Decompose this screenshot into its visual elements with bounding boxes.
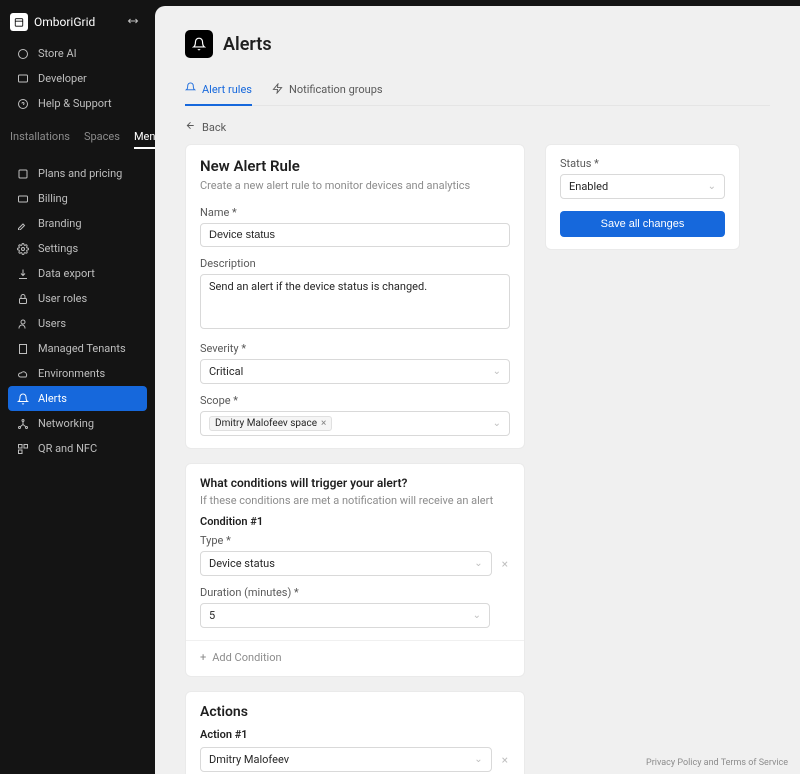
cloud-icon bbox=[16, 368, 30, 380]
branding-icon bbox=[16, 218, 30, 230]
network-icon bbox=[16, 418, 30, 430]
arrow-left-icon bbox=[185, 120, 196, 134]
save-button[interactable]: Save all changes bbox=[560, 211, 725, 237]
conditions-subtitle: If these conditions are met a notificati… bbox=[200, 494, 510, 507]
sidebar-item-users[interactable]: Users bbox=[4, 311, 151, 336]
scope-chip: Dmitry Malofeev space × bbox=[209, 416, 332, 431]
form-subtitle: Create a new alert rule to monitor devic… bbox=[200, 179, 510, 192]
sidebar-subtabs: Installations Spaces Menu bbox=[0, 120, 155, 155]
severity-select[interactable]: Critical ⌄ bbox=[200, 359, 510, 384]
alert-rules-icon bbox=[185, 82, 196, 96]
name-label: Name * bbox=[200, 206, 510, 219]
duration-select[interactable]: 5 ⌄ bbox=[200, 603, 490, 628]
chip-remove-icon[interactable]: × bbox=[321, 418, 326, 429]
tab-alert-rules[interactable]: Alert rules bbox=[185, 76, 252, 106]
nav-store-ai[interactable]: Store AI bbox=[4, 41, 151, 66]
status-select[interactable]: Enabled ⌄ bbox=[560, 174, 725, 199]
sidebar-item-environments[interactable]: Environments bbox=[4, 361, 151, 386]
subtab-installations[interactable]: Installations bbox=[10, 130, 70, 149]
tab-notification-groups[interactable]: Notification groups bbox=[272, 76, 383, 105]
remove-condition-icon[interactable]: × bbox=[500, 557, 510, 571]
footer-links: Privacy Policy and Terms of Service bbox=[646, 758, 788, 768]
brand-header: OmboriGrid bbox=[0, 8, 155, 41]
severity-label: Severity * bbox=[200, 342, 510, 355]
sidebar-item-qr-nfc[interactable]: QR and NFC bbox=[4, 436, 151, 461]
swap-icon[interactable] bbox=[127, 15, 145, 30]
plus-icon: + bbox=[200, 651, 206, 664]
chevron-down-icon: ⌄ bbox=[493, 366, 501, 377]
condition-1-heading: Condition #1 bbox=[200, 515, 510, 528]
sidebar-item-plans[interactable]: Plans and pricing bbox=[4, 161, 151, 186]
settings-icon bbox=[16, 243, 30, 255]
card-status: Status * Enabled ⌄ Save all changes bbox=[545, 144, 740, 250]
actions-title: Actions bbox=[200, 704, 510, 720]
type-label: Type * bbox=[200, 534, 510, 547]
billing-icon bbox=[16, 193, 30, 205]
action-1-heading: Action #1 bbox=[200, 728, 510, 741]
sidebar-item-settings[interactable]: Settings bbox=[4, 236, 151, 261]
help-icon bbox=[16, 98, 30, 110]
page-title: Alerts bbox=[223, 34, 272, 55]
condition-type-select[interactable]: Device status ⌄ bbox=[200, 551, 492, 576]
nav-help[interactable]: Help & Support bbox=[4, 91, 151, 116]
card-conditions: What conditions will trigger your alert?… bbox=[185, 463, 525, 677]
store-ai-icon bbox=[16, 48, 30, 60]
tabs: Alert rules Notification groups bbox=[185, 76, 770, 106]
nav-label: Store AI bbox=[38, 47, 77, 60]
notification-groups-icon bbox=[272, 83, 283, 97]
card-basic-info: New Alert Rule Create a new alert rule t… bbox=[185, 144, 525, 449]
sidebar-item-branding[interactable]: Branding bbox=[4, 211, 151, 236]
plans-icon bbox=[16, 168, 30, 180]
duration-label: Duration (minutes) * bbox=[200, 586, 510, 599]
nav-label: Help & Support bbox=[38, 97, 112, 110]
card-actions: Actions Action #1 Dmitry Malofeev ⌄ × bbox=[185, 691, 525, 774]
add-condition-button[interactable]: + Add Condition bbox=[200, 651, 510, 664]
sidebar-item-tenants[interactable]: Managed Tenants bbox=[4, 336, 151, 361]
sidebar-item-user-roles[interactable]: User roles bbox=[4, 286, 151, 311]
brand-icon bbox=[10, 13, 28, 31]
developer-icon bbox=[16, 73, 30, 85]
desc-textarea[interactable]: Send an alert if the device status is ch… bbox=[200, 274, 510, 329]
privacy-link[interactable]: Privacy Policy bbox=[646, 758, 701, 768]
chevron-down-icon: ⌄ bbox=[708, 181, 716, 192]
nav-label: Developer bbox=[38, 72, 87, 85]
action-select[interactable]: Dmitry Malofeev ⌄ bbox=[200, 747, 492, 772]
chevron-down-icon: ⌄ bbox=[474, 558, 482, 569]
subtab-spaces[interactable]: Spaces bbox=[84, 130, 120, 149]
nav-developer[interactable]: Developer bbox=[4, 66, 151, 91]
qr-icon bbox=[16, 443, 30, 455]
lock-icon bbox=[16, 293, 30, 305]
sidebar-item-data-export[interactable]: Data export bbox=[4, 261, 151, 286]
tos-link[interactable]: Terms of Service bbox=[721, 758, 788, 768]
sidebar-item-billing[interactable]: Billing bbox=[4, 186, 151, 211]
back-link[interactable]: Back bbox=[185, 106, 770, 144]
scope-label: Scope * bbox=[200, 394, 510, 407]
building-icon bbox=[16, 343, 30, 355]
chevron-down-icon: ⌄ bbox=[493, 418, 501, 429]
conditions-title: What conditions will trigger your alert? bbox=[200, 476, 510, 490]
status-label: Status * bbox=[560, 157, 725, 170]
users-icon bbox=[16, 318, 30, 330]
download-icon bbox=[16, 268, 30, 280]
bell-icon bbox=[16, 393, 30, 405]
sidebar-item-networking[interactable]: Networking bbox=[4, 411, 151, 436]
chevron-down-icon: ⌄ bbox=[474, 754, 482, 765]
brand-name: OmboriGrid bbox=[34, 15, 95, 29]
sidebar-item-alerts[interactable]: Alerts bbox=[8, 386, 147, 411]
remove-action-icon[interactable]: × bbox=[500, 753, 510, 767]
desc-label: Description bbox=[200, 257, 510, 270]
chevron-down-icon: ⌄ bbox=[473, 610, 481, 621]
scope-select[interactable]: Dmitry Malofeev space × ⌄ bbox=[200, 411, 510, 436]
form-title: New Alert Rule bbox=[200, 157, 510, 175]
alerts-page-icon bbox=[185, 30, 213, 58]
name-input[interactable] bbox=[200, 223, 510, 247]
